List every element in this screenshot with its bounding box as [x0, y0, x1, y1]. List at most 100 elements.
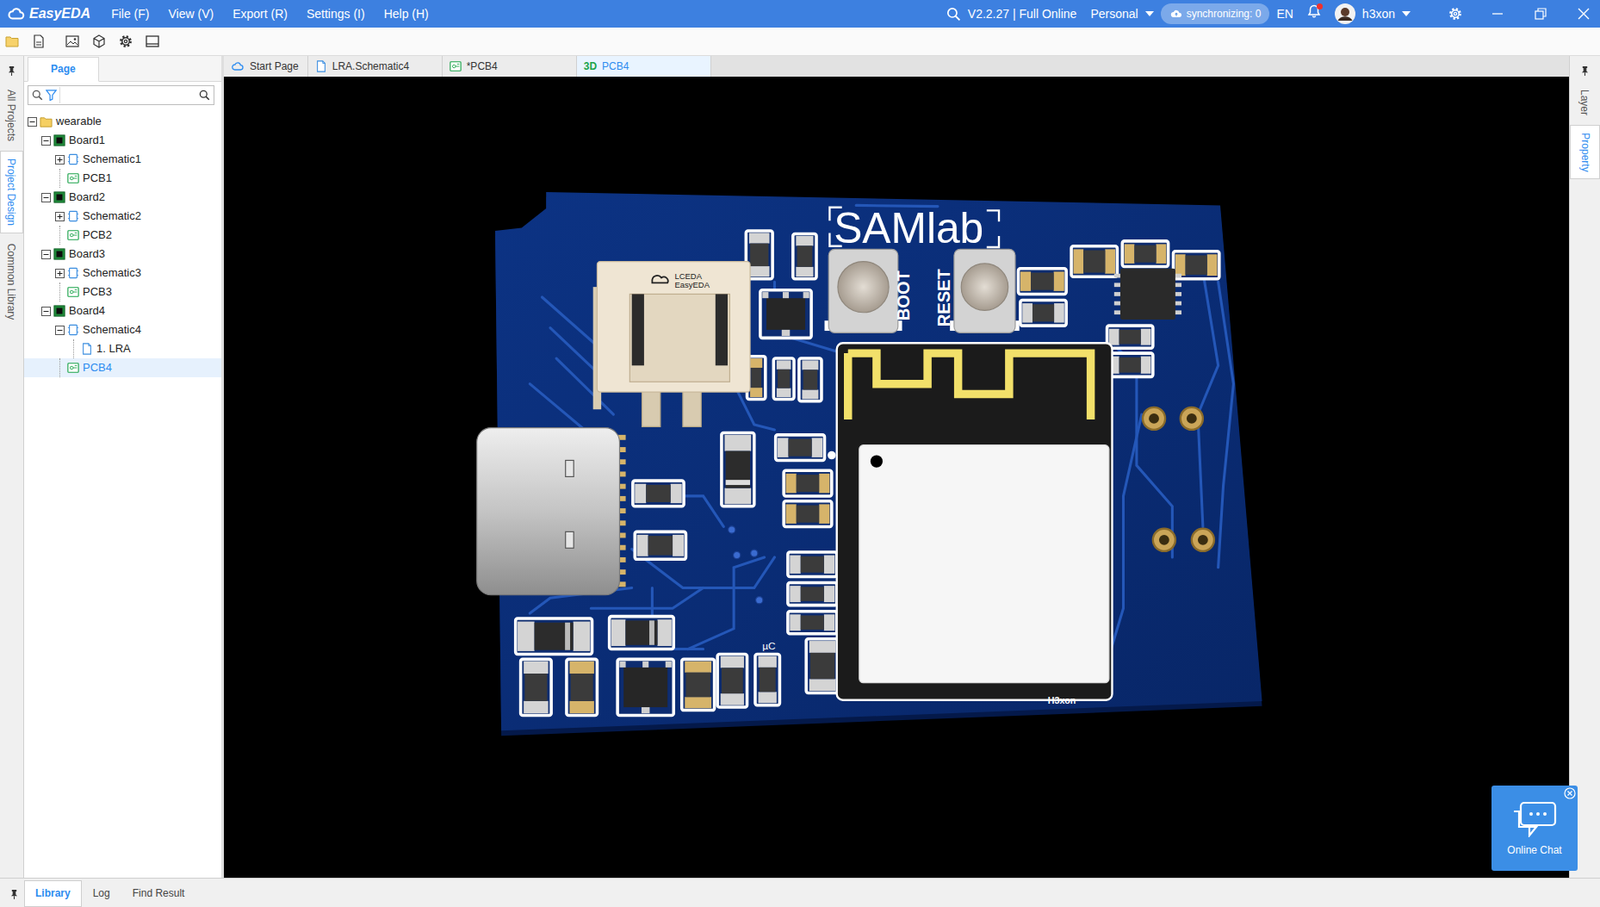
minimize-icon[interactable] [1491, 7, 1504, 20]
caret-icon[interactable] [1145, 11, 1154, 17]
cloud-logo-icon[interactable] [6, 4, 26, 24]
expand-icon[interactable] [55, 268, 65, 279]
close-circle-icon[interactable] [1563, 787, 1576, 800]
tree-label[interactable]: PCB1 [82, 169, 112, 187]
tree-item[interactable]: Board4 [24, 301, 222, 321]
close-icon[interactable] [1577, 7, 1590, 20]
document-tab[interactable]: LRA.Schematic4 [308, 55, 443, 77]
gear-icon[interactable] [1448, 6, 1463, 21]
pcb-render[interactable]: LCEDAEasyEDASAMlabBOOTRESETH3xonµC [223, 76, 1569, 878]
side-tab-label[interactable]: Project Design [4, 158, 20, 226]
pin-button[interactable] [3, 880, 25, 907]
tree-label[interactable]: 1. LRA [96, 340, 131, 358]
tree-item[interactable]: PCB2 [24, 225, 222, 245]
pin-icon[interactable] [10, 889, 19, 900]
tree-item[interactable]: PCB1 [24, 168, 222, 188]
bottom-tab[interactable]: Find Result [121, 880, 197, 907]
expand-icon[interactable] [55, 211, 65, 222]
tree-label[interactable]: Board4 [68, 302, 106, 320]
collapse-icon[interactable] [27, 117, 38, 127]
chat-label[interactable]: Online Chat [1506, 842, 1562, 858]
right-tab[interactable]: Layer [1569, 81, 1600, 124]
pin-button[interactable] [1569, 61, 1600, 81]
document-tab[interactable]: *PCB4 [442, 55, 577, 77]
avatar-icon[interactable] [1334, 3, 1356, 25]
search-icon[interactable] [946, 6, 962, 22]
tree-label[interactable]: PCB2 [82, 226, 112, 244]
tab-label[interactable]: PCB4 [601, 58, 629, 75]
search-icon[interactable] [31, 89, 44, 101]
document-tab[interactable]: 3DPCB4 [576, 55, 712, 77]
tree-item[interactable]: PCB4 [24, 358, 222, 378]
pin-button[interactable] [0, 61, 24, 81]
panel-icon[interactable] [145, 34, 160, 49]
restore-icon[interactable] [1534, 7, 1547, 20]
pin-icon[interactable] [1581, 66, 1589, 76]
tree-label[interactable]: PCB4 [82, 359, 112, 377]
user-name[interactable]: h3xon [1362, 5, 1396, 24]
collapse-icon[interactable] [41, 192, 51, 203]
tree-label[interactable]: Board1 [68, 131, 106, 149]
side-tab-label[interactable]: All Projects [4, 89, 20, 142]
tree-label[interactable]: wearable [55, 112, 102, 131]
side-tab-label[interactable]: Common Library [4, 242, 20, 320]
collapse-icon[interactable] [41, 306, 51, 317]
search-input[interactable] [59, 86, 197, 104]
tree-label[interactable]: Schematic1 [82, 150, 142, 168]
collapse-icon[interactable] [41, 136, 51, 146]
filter-icon[interactable] [45, 89, 57, 101]
tree-label[interactable]: Schematic3 [82, 264, 142, 282]
menu-item[interactable]: Export (R) [232, 5, 288, 24]
side-tab[interactable]: Common Library [0, 235, 24, 328]
search-icon[interactable] [198, 89, 211, 101]
tree-label[interactable]: Schematic4 [82, 321, 142, 339]
caret-icon[interactable] [1401, 11, 1411, 17]
tree-label[interactable]: PCB3 [82, 283, 112, 301]
folder-icon[interactable] [5, 34, 19, 49]
document-tab[interactable]: Start Page [223, 55, 309, 77]
tree-label[interactable]: Board2 [68, 188, 106, 206]
tree-item[interactable]: wearable [24, 111, 222, 131]
right-tab-label[interactable]: Property [1577, 132, 1594, 172]
pin-icon[interactable] [7, 66, 16, 76]
side-tab[interactable]: All Projects [0, 81, 24, 149]
page-tab[interactable]: Page [27, 56, 100, 82]
collapse-icon[interactable] [55, 325, 65, 335]
app-logo[interactable]: EasyEDA [6, 3, 91, 25]
tab-label[interactable]: *PCB4 [466, 58, 498, 75]
tree-item[interactable]: Schematic3 [24, 263, 222, 283]
menu-item[interactable]: View (V) [167, 5, 214, 24]
tab-label[interactable]: LRA.Schematic4 [332, 58, 410, 75]
tree-item[interactable]: 1. LRA [24, 339, 222, 359]
bottom-tab[interactable]: Log [81, 880, 122, 907]
image-icon[interactable] [65, 34, 80, 49]
tree-item[interactable]: PCB3 [24, 282, 222, 302]
language-switch[interactable]: EN [1276, 5, 1293, 24]
collapse-icon[interactable] [41, 249, 51, 260]
settings-icon[interactable] [118, 34, 133, 49]
expand-icon[interactable] [55, 155, 65, 165]
tab-label[interactable]: Start Page [249, 58, 299, 75]
notifications-button[interactable] [1307, 4, 1321, 24]
menu-item[interactable]: Settings (I) [306, 5, 366, 24]
plan-dropdown[interactable]: Personal [1090, 5, 1154, 24]
tree-item[interactable]: Schematic2 [24, 206, 222, 226]
tree-label[interactable]: Board3 [68, 245, 106, 263]
sync-status[interactable]: synchronizing: 0 [1160, 3, 1271, 25]
menu-item[interactable]: Help (H) [384, 5, 429, 24]
plan-label[interactable]: Personal [1090, 5, 1138, 24]
tree-item[interactable]: Board2 [24, 187, 222, 207]
cube-icon[interactable] [92, 34, 106, 49]
tree-item[interactable]: Schematic1 [24, 149, 222, 169]
bottom-tab[interactable]: Library [24, 880, 82, 907]
right-tab-label[interactable]: Layer [1577, 89, 1594, 116]
menu-item[interactable]: File (F) [111, 5, 149, 24]
side-tab[interactable]: Project Design [0, 150, 24, 234]
3d-viewport[interactable]: LCEDAEasyEDASAMlabBOOTRESETH3xonµC [223, 76, 1569, 878]
document-icon[interactable] [31, 34, 46, 49]
tree-item[interactable]: Board1 [24, 130, 222, 150]
tree-label[interactable]: Schematic2 [82, 207, 142, 225]
logo-text[interactable]: EasyEDA [29, 3, 91, 25]
chat-icon[interactable] [1512, 800, 1557, 838]
right-tab[interactable]: Property [1569, 124, 1600, 180]
